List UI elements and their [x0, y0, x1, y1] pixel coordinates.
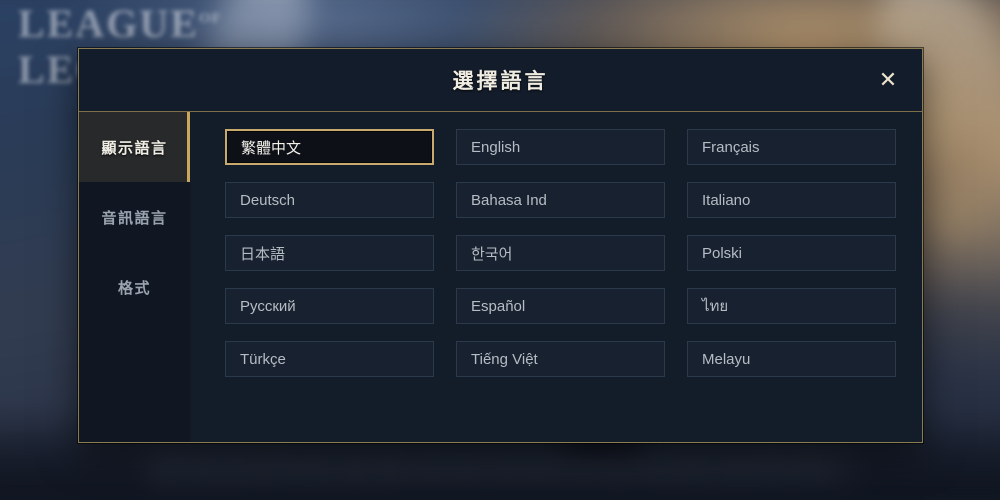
language-option-label: Türkçe: [240, 350, 286, 368]
language-option[interactable]: ไทย: [687, 288, 896, 324]
sidebar-item-label: 顯示語言: [101, 139, 168, 157]
app-screen: LEAGUEOF LEGENDS Wild Rift 選擇語言 ✕ 顯示語言音訊…: [0, 0, 1000, 500]
language-option-label: Polski: [702, 244, 743, 262]
language-option-label: 繁體中文: [241, 139, 302, 157]
background-bottom-text: [154, 459, 846, 477]
sidebar-item-1[interactable]: 音訊語言: [79, 182, 190, 252]
language-option[interactable]: Polski: [687, 235, 896, 271]
close-icon[interactable]: ✕: [874, 66, 902, 94]
language-option-label: Français: [702, 138, 760, 156]
language-option[interactable]: Melayu: [687, 341, 896, 377]
sidebar-item-label: 音訊語言: [101, 209, 168, 227]
language-option-label: Español: [471, 297, 526, 315]
modal-header: 選擇語言 ✕: [79, 49, 922, 112]
language-option-label: Deutsch: [240, 191, 296, 209]
sidebar-item-label: 格式: [117, 279, 151, 297]
language-option-label: Русский: [240, 297, 296, 315]
language-option[interactable]: 한국어: [456, 235, 665, 271]
background-ring: [932, 196, 976, 240]
sidebar-item-0[interactable]: 顯示語言: [79, 112, 190, 182]
language-option[interactable]: Español: [456, 288, 665, 324]
language-option-label: 日本語: [240, 245, 286, 263]
language-selection-modal: 選擇語言 ✕ 顯示語言音訊語言格式 繁體中文 English Français Deu…: [78, 48, 923, 443]
language-option-label: Melayu: [702, 350, 751, 368]
language-option[interactable]: 日本語: [225, 235, 434, 271]
language-option-label: Bahasa Ind: [471, 191, 547, 209]
language-option[interactable]: Bahasa Ind: [456, 182, 665, 218]
language-option-label: Tiếng Việt: [471, 350, 538, 368]
language-option[interactable]: English: [456, 129, 665, 165]
language-panel: 繁體中文 English Français Deutsch Bahasa Ind Ital…: [191, 112, 922, 442]
page-title: 選擇語言: [452, 70, 549, 93]
sidebar-item-2[interactable]: 格式: [79, 252, 190, 322]
language-option[interactable]: Italiano: [687, 182, 896, 218]
language-option[interactable]: Русский: [225, 288, 434, 324]
language-option[interactable]: 繁體中文: [225, 129, 434, 165]
modal-body: 顯示語言音訊語言格式 繁體中文 English Français Deutsch Bah…: [79, 112, 922, 442]
language-option[interactable]: Deutsch: [225, 182, 434, 218]
language-option-label: English: [471, 138, 521, 156]
language-option[interactable]: Türkçe: [225, 341, 434, 377]
sidebar: 顯示語言音訊語言格式: [79, 112, 191, 442]
language-option-label: Italiano: [702, 191, 751, 209]
language-option[interactable]: Français: [687, 129, 896, 165]
language-option-label: 한국어: [471, 245, 513, 263]
language-option-label: ไทย: [702, 298, 729, 315]
language-grid: 繁體中文 English Français Deutsch Bahasa Ind Ital…: [225, 129, 896, 377]
language-option[interactable]: Tiếng Việt: [456, 341, 665, 377]
